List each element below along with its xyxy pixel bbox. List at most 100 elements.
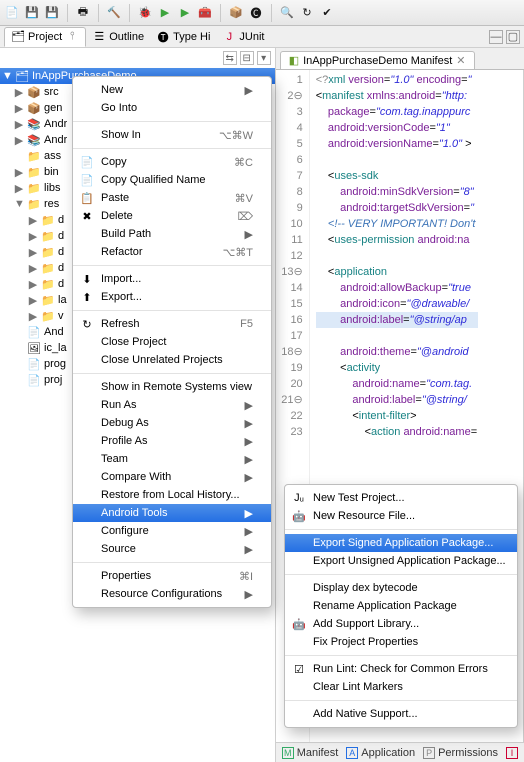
menu-item-resource-configurations[interactable]: Resource Configurations▶	[73, 585, 271, 603]
menu-item-team[interactable]: Team▶	[73, 450, 271, 468]
paste-icon: 📋	[79, 190, 95, 206]
junit-icon: Jᵤ	[291, 490, 307, 506]
tree-label: Andr	[44, 134, 67, 146]
menu-item-rename-application-package[interactable]: Rename Application Package	[285, 597, 517, 615]
menu-item-show-in-remote-systems-view[interactable]: Show in Remote Systems view	[73, 378, 271, 396]
menu-label: Profile As	[101, 435, 147, 447]
android-tools-submenu[interactable]: JᵤNew Test Project...🤖New Resource File.…	[284, 484, 518, 728]
minimize-button[interactable]: —	[489, 30, 503, 44]
menu-item-run-as[interactable]: Run As▶	[73, 396, 271, 414]
menu-item-go-into[interactable]: Go Into	[73, 99, 271, 117]
menu-item-display-dex-bytecode[interactable]: Display dex bytecode	[285, 579, 517, 597]
menu-label: Rename Application Package	[313, 600, 457, 612]
debug-icon[interactable]: 🐞	[137, 5, 153, 21]
menu-item-add-native-support[interactable]: Add Native Support...	[285, 705, 517, 723]
close-icon[interactable]: ✕	[456, 54, 465, 67]
editor-tab-manifest[interactable]: ◧ InAppPurchaseDemo Manifest ✕	[280, 51, 475, 69]
src-folder-icon: 📦	[27, 101, 41, 115]
menu-label: Show In	[101, 129, 141, 141]
context-menu[interactable]: New▶Go Into Show In ⌥⌘W 📄Copy⌘C📄Copy Qualif…	[72, 76, 272, 608]
menu-item-export-signed-application-package[interactable]: Export Signed Application Package...	[285, 534, 517, 552]
menu-item-export-unsigned-application-package[interactable]: Export Unsigned Application Package...	[285, 552, 517, 570]
menu-item-export[interactable]: ⬆Export...	[73, 288, 271, 306]
menu-label: Close Unrelated Projects	[101, 354, 223, 366]
save-all-icon[interactable]: 💾	[44, 5, 60, 21]
subtab-manifest[interactable]: MManifest	[282, 747, 339, 759]
menu-item-copy[interactable]: 📄Copy⌘C	[73, 153, 271, 171]
new-icon[interactable]: 📄	[4, 5, 20, 21]
menu-item-clear-lint-markers[interactable]: Clear Lint Markers	[285, 678, 517, 696]
submenu-arrow-icon: ▶	[245, 543, 253, 556]
run-last-icon[interactable]: ▶	[177, 5, 193, 21]
menu-item-compare-with[interactable]: Compare With▶	[73, 468, 271, 486]
outline-icon: ☰	[92, 30, 106, 44]
folder-icon: 📁	[27, 181, 41, 195]
refresh-icon[interactable]: ↻	[299, 5, 315, 21]
menu-label: Source	[101, 543, 136, 555]
tree-label: v	[58, 310, 64, 322]
menu-item-fix-project-properties[interactable]: Fix Project Properties	[285, 633, 517, 651]
subtab-permissions[interactable]: PPermissions	[423, 747, 498, 759]
menu-item-new-test-project[interactable]: JᵤNew Test Project...	[285, 489, 517, 507]
menu-label: Close Project	[101, 336, 166, 348]
subtab-instrumentation[interactable]: I	[506, 747, 518, 759]
menu-item-close-unrelated-projects[interactable]: Close Unrelated Projects	[73, 351, 271, 369]
menu-label: Build Path	[101, 228, 151, 240]
menu-item-add-support-library[interactable]: 🤖Add Support Library...	[285, 615, 517, 633]
tab-project[interactable]: 🗂 Project ⫯	[4, 27, 86, 47]
maximize-button[interactable]: ▢	[506, 30, 520, 44]
tab-type-hierarchy[interactable]: 🅣 Type Hi	[150, 28, 216, 46]
tree-label: ass	[44, 150, 61, 162]
ext-tools-icon[interactable]: 🧰	[197, 5, 213, 21]
new-class-icon[interactable]: 🅒	[248, 5, 264, 21]
menu-label: Add Support Library...	[313, 618, 419, 630]
menu-item-new-resource-file[interactable]: 🤖New Resource File...	[285, 507, 517, 525]
menu-item-refactor[interactable]: Refactor ⌥⌘T	[73, 243, 271, 261]
search-icon[interactable]: 🔍	[279, 5, 295, 21]
menu-label: Copy Qualified Name	[101, 174, 206, 186]
tab-junit[interactable]: J JUnit	[216, 28, 270, 46]
tab-outline[interactable]: ☰ Outline	[86, 28, 150, 46]
task-icon[interactable]: ✔	[319, 5, 335, 21]
build-icon[interactable]: 🔨	[106, 5, 122, 21]
menu-label: Debug As	[101, 417, 149, 429]
shortcut: ⌥⌘T	[223, 246, 253, 259]
tree-label: ic_la	[44, 342, 67, 354]
subtab-application[interactable]: AApplication	[346, 747, 415, 759]
menu-label: Compare With	[101, 471, 171, 483]
menu-item-show-in[interactable]: Show In ⌥⌘W	[73, 126, 271, 144]
link-editor-icon[interactable]: ⊟	[240, 51, 254, 65]
menu-item-configure[interactable]: Configure▶	[73, 522, 271, 540]
print-icon[interactable]: 🖶	[75, 5, 91, 21]
menu-label: Resource Configurations	[101, 588, 222, 600]
menu-item-android-tools[interactable]: Android Tools▶	[73, 504, 271, 522]
menu-item-close-project[interactable]: Close Project	[73, 333, 271, 351]
menu-label: Delete	[101, 210, 133, 222]
menu-label: Import...	[101, 273, 141, 285]
tree-label: prog	[44, 358, 66, 370]
save-icon[interactable]: 💾	[24, 5, 40, 21]
menu-item-delete[interactable]: ✖Delete⌦	[73, 207, 271, 225]
menu-item-copy-qualified-name[interactable]: 📄Copy Qualified Name	[73, 171, 271, 189]
pin-icon[interactable]: ⫯	[65, 30, 79, 44]
menu-item-paste[interactable]: 📋Paste⌘V	[73, 189, 271, 207]
view-menu-icon[interactable]: ▾	[257, 51, 271, 65]
menu-item-import[interactable]: ⬇Import...	[73, 270, 271, 288]
menu-item-restore-from-local-history[interactable]: Restore from Local History...	[73, 486, 271, 504]
menu-item-debug-as[interactable]: Debug As▶	[73, 414, 271, 432]
tree-label: d	[58, 262, 64, 274]
menu-item-profile-as[interactable]: Profile As▶	[73, 432, 271, 450]
collapse-all-icon[interactable]: ⇆	[223, 51, 237, 65]
project-icon: 🗂	[11, 30, 25, 44]
new-package-icon[interactable]: 📦	[228, 5, 244, 21]
run-icon[interactable]: ▶	[157, 5, 173, 21]
menu-label: Refactor	[101, 246, 143, 258]
menu-item-refresh[interactable]: ↻RefreshF5	[73, 315, 271, 333]
menu-item-new[interactable]: New▶	[73, 81, 271, 99]
menu-item-properties[interactable]: Properties⌘I	[73, 567, 271, 585]
tree-label: d	[58, 246, 64, 258]
menu-item-build-path[interactable]: Build Path▶	[73, 225, 271, 243]
menu-item-run-lint-check-for-common-errors[interactable]: ☑Run Lint: Check for Common Errors	[285, 660, 517, 678]
shortcut: ⌥⌘W	[219, 129, 253, 142]
menu-item-source[interactable]: Source ▶	[73, 540, 271, 558]
